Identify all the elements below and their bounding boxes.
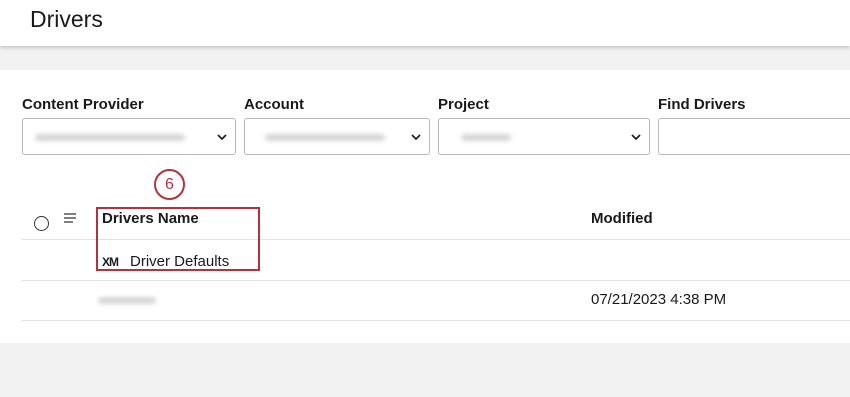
chevron-down-icon <box>217 134 227 141</box>
column-header-modified[interactable]: Modified <box>591 210 653 227</box>
driver-modified: 07/21/2023 4:38 PM <box>591 291 727 308</box>
menu-icon[interactable] <box>63 212 77 224</box>
account-select[interactable] <box>244 118 430 155</box>
table-row[interactable]: 07/21/2023 4:38 PM <box>22 281 850 321</box>
content-provider-label: Content Provider <box>22 96 144 113</box>
annotation-highlight-box <box>96 207 260 271</box>
project-label: Project <box>438 96 489 113</box>
redacted-value <box>35 134 185 141</box>
chevron-down-icon <box>411 134 421 141</box>
page-title: Drivers <box>30 6 103 32</box>
project-select[interactable] <box>438 118 650 155</box>
redacted-value <box>461 134 511 141</box>
content-provider-select[interactable] <box>22 118 236 155</box>
account-label: Account <box>244 96 304 113</box>
step-number-badge: 6 <box>154 169 185 200</box>
chevron-down-icon <box>631 134 641 141</box>
select-all-radio-icon[interactable] <box>34 216 49 231</box>
redacted-driver-name <box>98 297 156 304</box>
page-header: Drivers <box>0 0 850 46</box>
redacted-value <box>265 134 385 141</box>
find-drivers-input[interactable] <box>658 118 850 155</box>
find-drivers-label: Find Drivers <box>658 96 746 113</box>
